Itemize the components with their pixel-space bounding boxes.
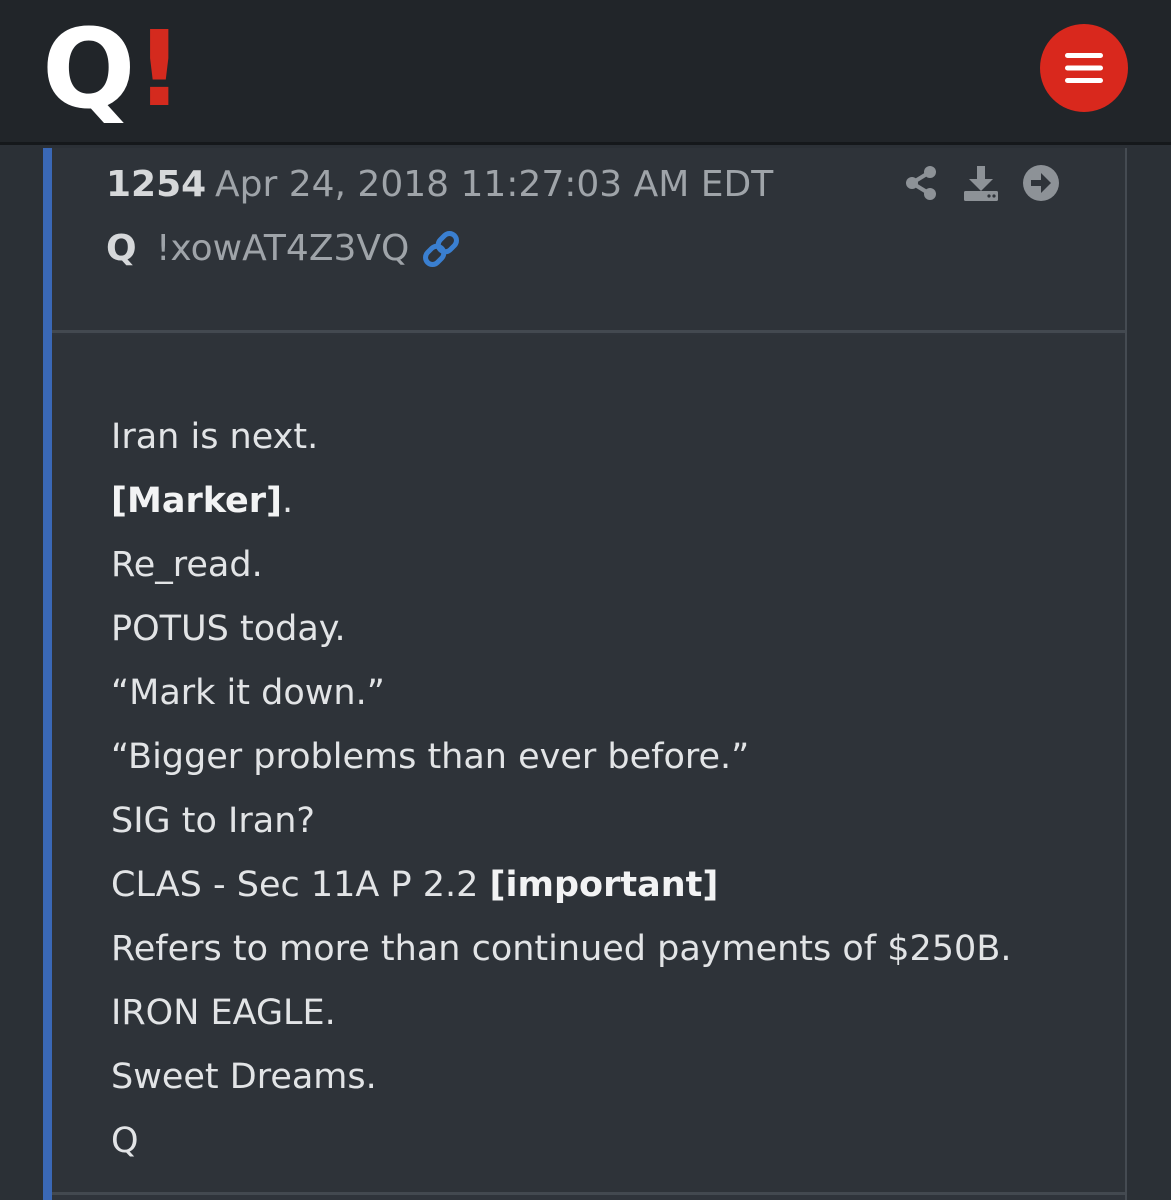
post-line-text: IRON EAGLE. [111,993,336,1033]
post-line-text: Q [111,1121,139,1161]
post-line-bold: [important] [489,865,719,905]
logo-exclamation: ! [135,8,183,130]
site-logo[interactable]: Q ! [42,14,183,124]
post-line: Q [111,1109,1011,1173]
share-button[interactable] [902,164,940,202]
post-card: 1254 Apr 24, 2018 11:27:03 AM EDT Q !xow… [43,148,1127,1200]
download-button[interactable] [962,164,1000,202]
share-icon [906,166,936,200]
post-line: SIG to Iran? [111,789,1011,853]
hamburger-icon [1065,53,1103,83]
post-tripcode: !xowAT4Z3VQ [156,228,410,269]
link-icon[interactable] [420,228,462,270]
post-header: 1254 Apr 24, 2018 11:27:03 AM EDT Q !xow… [52,148,1125,333]
post-author: Q [106,228,137,269]
arrow-right-circle-icon [1023,165,1059,201]
post-line-text: Refers to more than continued payments o… [111,929,1012,969]
post-body: Iran is next. [Marker]. Re_read. POTUS toda… [52,335,1125,1195]
post-line-text: POTUS today. [111,609,346,649]
open-post-button[interactable] [1022,164,1060,202]
post-line-text: CLAS - Sec 11A P 2.2 [111,865,490,905]
post-line: CLAS - Sec 11A P 2.2 [important] [111,853,1011,917]
post-line-text: Sweet Dreams. [111,1057,377,1097]
post-line: Refers to more than continued payments o… [111,917,1011,981]
post-line: Sweet Dreams. [111,1045,1011,1109]
logo-letter-q: Q [42,5,135,133]
post-line: Iran is next. [111,405,1011,469]
post-number[interactable]: 1254 [106,164,206,205]
menu-button[interactable] [1040,24,1128,112]
post-line-text: Re_read. [111,545,263,585]
post-actions [902,164,1060,202]
post-line: Re_read. [111,533,1011,597]
post-line-text: “Mark it down.” [111,673,385,713]
post-line-text: Iran is next. [111,417,319,457]
post-timestamp: Apr 24, 2018 11:27:03 AM EDT [215,164,774,205]
download-icon [964,166,998,201]
post-line: POTUS today. [111,597,1011,661]
post-line-suffix: . [282,481,294,521]
post-text-lines: Iran is next. [Marker]. Re_read. POTUS toda… [111,405,1011,1173]
post-line: IRON EAGLE. [111,981,1011,1045]
post-line-text: “Bigger problems than ever before.” [111,737,750,777]
post-line: “Bigger problems than ever before.” [111,725,1011,789]
post-line-bold: [Marker] [111,481,283,521]
post-line: “Mark it down.” [111,661,1011,725]
post-line: [Marker]. [111,469,1011,533]
post-line-text: SIG to Iran? [111,801,315,841]
top-navbar: Q ! [0,0,1171,145]
